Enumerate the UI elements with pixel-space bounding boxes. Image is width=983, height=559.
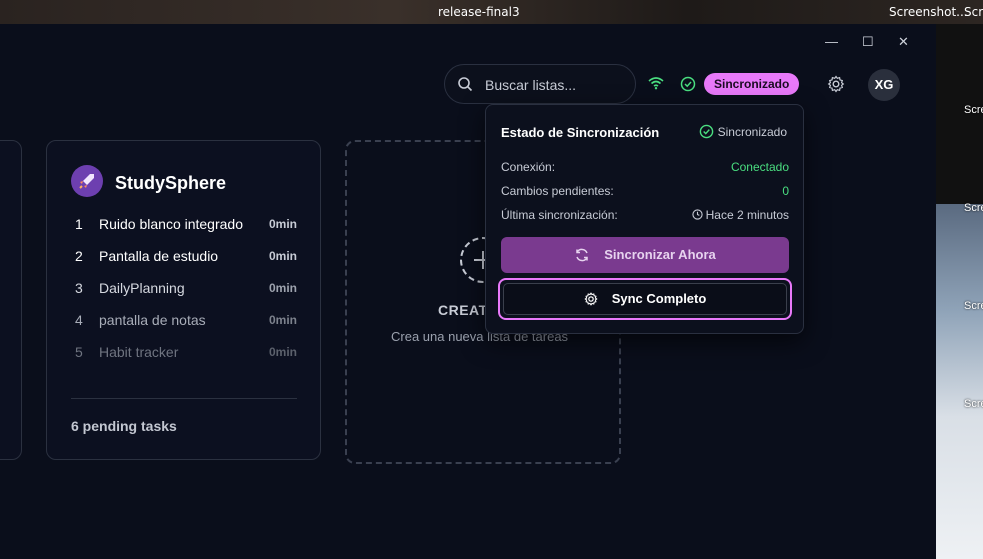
app-window: — ☐ ✕ Buscar listas... Sincronizado XG S… [0,24,936,559]
desktop-icon-label[interactable]: Scre [964,398,983,410]
list-card[interactable]: StudySphere 1 Ruido blanco integrado 0mi… [46,140,321,460]
item-name: Habit tracker [99,344,179,360]
item-duration: 0min [268,281,297,295]
list-item[interactable]: 1 Ruido blanco integrado 0min [71,216,297,236]
list-item[interactable]: 5 Habit tracker 0min [71,344,297,364]
item-number: 4 [75,312,83,328]
pending-changes-value: 0 [782,184,789,198]
connection-row: Conexión: Conectado [501,160,789,174]
list-item[interactable]: 2 Pantalla de estudio 0min [71,248,297,268]
item-name: Pantalla de estudio [99,248,219,264]
clock-icon [691,209,703,220]
popover-status-text: Sincronizado [717,125,787,139]
desktop-icon-label[interactable]: Scre [964,104,983,116]
gear-icon [584,292,598,306]
item-duration: 0min [268,313,297,327]
sync-now-label: Sincronizar Ahora [604,247,716,262]
desktop-icon-label[interactable]: Scre [964,300,983,312]
popover-title: Estado de Sincronización [501,125,660,140]
item-number: 3 [75,280,83,296]
avatar[interactable]: XG [868,69,900,101]
check-circle-icon [680,76,696,92]
last-sync-text: Hace 2 minutos [705,208,789,222]
maximize-button[interactable]: ☐ [862,34,874,50]
desktop-background: Scre Scre Scre Scre [936,24,983,559]
list-card-partial[interactable] [0,140,22,460]
sync-status-badge[interactable]: Sincronizado [704,73,800,95]
desktop-icon-label[interactable]: Scre [964,202,983,214]
popover-status: Sincronizado [699,124,787,139]
gear-icon[interactable] [827,75,845,93]
last-sync-value: Hace 2 minutos [691,208,789,222]
pending-changes-row: Cambios pendientes: 0 [501,184,789,198]
search-icon [458,77,473,92]
pending-count: 6 pending tasks [71,418,177,434]
item-name: Ruido blanco integrado [99,216,243,232]
divider [71,398,297,399]
item-number: 1 [75,216,83,232]
last-sync-row: Última sincronización: Hace 2 minutos [501,208,789,222]
window-title: release-final3 [438,5,520,19]
full-sync-button-inner[interactable]: Sync Completo [503,283,787,315]
list-item[interactable]: 4 pantalla de notas 0min [71,312,297,332]
search-input[interactable]: Buscar listas... [444,64,636,104]
list-title: StudySphere [115,173,227,193]
refresh-icon [576,248,588,262]
wifi-icon [648,77,664,90]
sync-now-button[interactable]: Sincronizar Ahora [501,237,789,273]
connection-value: Conectado [730,160,789,174]
item-name: pantalla de notas [99,312,206,328]
create-title: CREAT [438,302,488,318]
check-circle-icon [699,124,713,139]
taskbar: release-final3 Screenshot... Scre [0,0,983,24]
sync-popover: Estado de Sincronización Sincronizado Co… [485,104,804,334]
pending-changes-label: Cambios pendientes: [501,184,614,198]
item-number: 2 [75,248,83,264]
desktop-wallpaper [936,204,983,559]
last-sync-label: Última sincronización: [501,208,618,222]
item-name: DailyPlanning [99,280,185,296]
rocket-icon [71,165,103,197]
close-button[interactable]: ✕ [898,34,909,50]
item-duration: 0min [268,217,297,231]
item-duration: 0min [268,249,297,263]
search-placeholder: Buscar listas... [485,77,577,93]
item-number: 5 [75,344,83,360]
connection-label: Conexión: [501,160,556,174]
taskbar-item-screenshot-2[interactable]: Scre [964,5,983,19]
full-sync-button[interactable]: Sync Completo [498,278,792,320]
full-sync-label: Sync Completo [611,291,707,306]
taskbar-item-screenshot[interactable]: Screenshot... [889,5,968,19]
item-duration: 0min [268,345,297,359]
minimize-button[interactable]: — [825,34,838,49]
list-item[interactable]: 3 DailyPlanning 0min [71,280,297,300]
